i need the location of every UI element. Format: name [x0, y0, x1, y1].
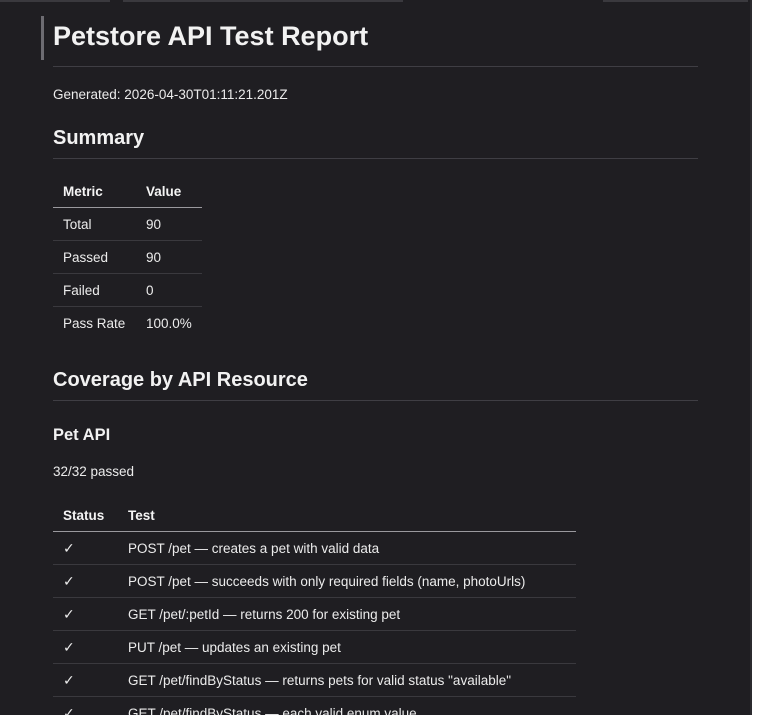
table-row: ✓ POST /pet — succeeds with only require…: [53, 564, 576, 598]
report-document: Petstore API Test Report Generated: 2026…: [41, 0, 698, 715]
section-heading-pet-api: Pet API: [53, 426, 111, 444]
test-name: GET /pet/findByStatus — each valid enum …: [118, 696, 576, 715]
metric-value: 0: [136, 273, 202, 307]
summary-header-row: Metric Value: [53, 176, 202, 208]
column-header-metric: Metric: [53, 176, 136, 208]
metric-value: 100.0%: [146, 315, 192, 331]
table-row: ✓ PUT /pet — updates an existing pet: [53, 630, 576, 664]
check-icon: ✓: [53, 696, 118, 715]
metric-name: Failed: [53, 273, 136, 307]
column-header-test: Test: [118, 500, 576, 532]
report-viewport[interactable]: Petstore API Test Report Generated: 2026…: [0, 0, 752, 715]
test-name: PUT /pet — updates an existing pet: [118, 630, 576, 664]
tests-table: Status Test ✓ POST /pet — creates a pet …: [53, 500, 576, 715]
metric-name: Pass Rate: [63, 315, 126, 331]
test-name: POST /pet — creates a pet with valid dat…: [118, 531, 576, 565]
table-row: ✓ GET /pet/findByStatus — each valid enu…: [53, 696, 576, 715]
table-row: Total 90: [53, 207, 202, 241]
table-row: Pass Rate 100.0%: [53, 307, 202, 340]
summary-heading: Summary: [53, 124, 698, 159]
heading-accent-bar: [41, 16, 44, 60]
summary-table: Metric Value Total 90 Passed 90 Failed 0: [53, 176, 202, 339]
check-icon: ✓: [53, 531, 118, 565]
check-icon: ✓: [53, 630, 118, 664]
tests-header-row: Status Test: [53, 500, 576, 532]
test-name: GET /pet/:petId — returns 200 for existi…: [118, 597, 576, 631]
check-icon: ✓: [53, 564, 118, 598]
column-header-status: Status: [53, 500, 118, 532]
check-icon: ✓: [53, 663, 118, 697]
metric-value: 90: [136, 240, 202, 274]
table-row: Failed 0: [53, 273, 202, 307]
column-header-value: Value: [136, 176, 202, 208]
section-pass-count: 32/32 passed: [53, 464, 135, 479]
table-row: ✓ GET /pet/:petId — returns 200 for exis…: [53, 597, 576, 631]
generated-timestamp: Generated: 2026-04-30T01:11:21.201Z: [53, 87, 288, 102]
metric-name: Total: [53, 207, 136, 241]
coverage-heading: Coverage by API Resource: [53, 366, 698, 401]
report-header: Petstore API Test Report: [41, 14, 698, 67]
test-name: POST /pet — succeeds with only required …: [118, 564, 576, 598]
check-icon: ✓: [53, 597, 118, 631]
test-name: GET /pet/findByStatus — returns pets for…: [118, 663, 576, 697]
table-row: ✓ GET /pet/findByStatus — returns pets f…: [53, 663, 576, 697]
window-edge: [750, 0, 752, 715]
table-row: Passed 90: [53, 240, 202, 274]
page-title: Petstore API Test Report: [53, 21, 369, 51]
metric-name: Passed: [53, 240, 136, 274]
metric-value: 90: [136, 207, 202, 241]
table-row: ✓ POST /pet — creates a pet with valid d…: [53, 531, 576, 565]
